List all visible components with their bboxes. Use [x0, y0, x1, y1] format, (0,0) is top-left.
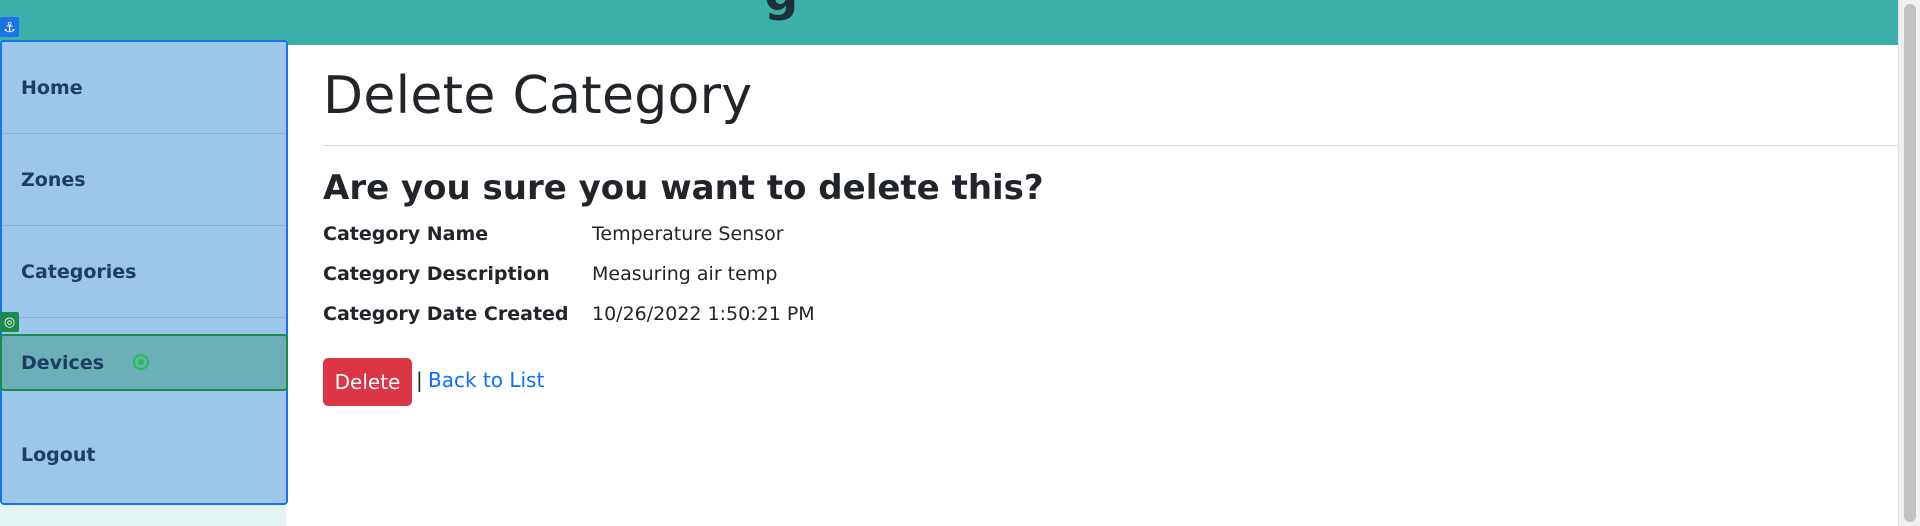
target-icon: ◎ — [0, 312, 19, 332]
sidebar-item-categories[interactable]: Categories — [2, 226, 286, 318]
banner-title-fragment: g — [764, 0, 798, 22]
top-banner: g — [0, 0, 1898, 45]
sidebar-item-zones[interactable]: Zones — [2, 134, 286, 226]
sidebar-item-label: Categories — [21, 260, 137, 283]
link-separator: | — [416, 368, 423, 392]
confirm-heading: Are you sure you want to delete this? — [323, 168, 1044, 208]
anchor-icon: ⚓ — [0, 17, 19, 37]
page-title: Delete Category — [323, 66, 753, 126]
scrollbar-thumb[interactable] — [1904, 4, 1916, 522]
detail-value: Temperature Sensor — [592, 223, 784, 245]
sidebar-item-label: Logout — [21, 444, 96, 466]
cursor-target-icon — [133, 354, 149, 370]
sidebar-item-home[interactable]: Home — [2, 42, 286, 134]
sidebar-item-logout[interactable]: Logout — [2, 407, 286, 503]
vertical-scrollbar[interactable] — [1898, 0, 1920, 526]
detail-label: Category Date Created — [323, 303, 569, 325]
back-to-list-link[interactable]: Back to List — [428, 368, 544, 392]
detail-value: Measuring air temp — [592, 263, 778, 285]
title-divider — [323, 145, 1898, 146]
sidebar-item-label: Home — [21, 76, 83, 99]
sidebar-item-label: Devices — [21, 351, 105, 374]
detail-label: Category Name — [323, 223, 489, 245]
sidebar-item-label: Zones — [21, 168, 86, 191]
detail-value: 10/26/2022 1:50:21 PM — [592, 303, 815, 325]
sidebar-nav: Home Zones Categories Devices Logout — [0, 40, 288, 505]
detail-label: Category Description — [323, 263, 550, 285]
delete-button[interactable]: Delete — [323, 358, 412, 406]
